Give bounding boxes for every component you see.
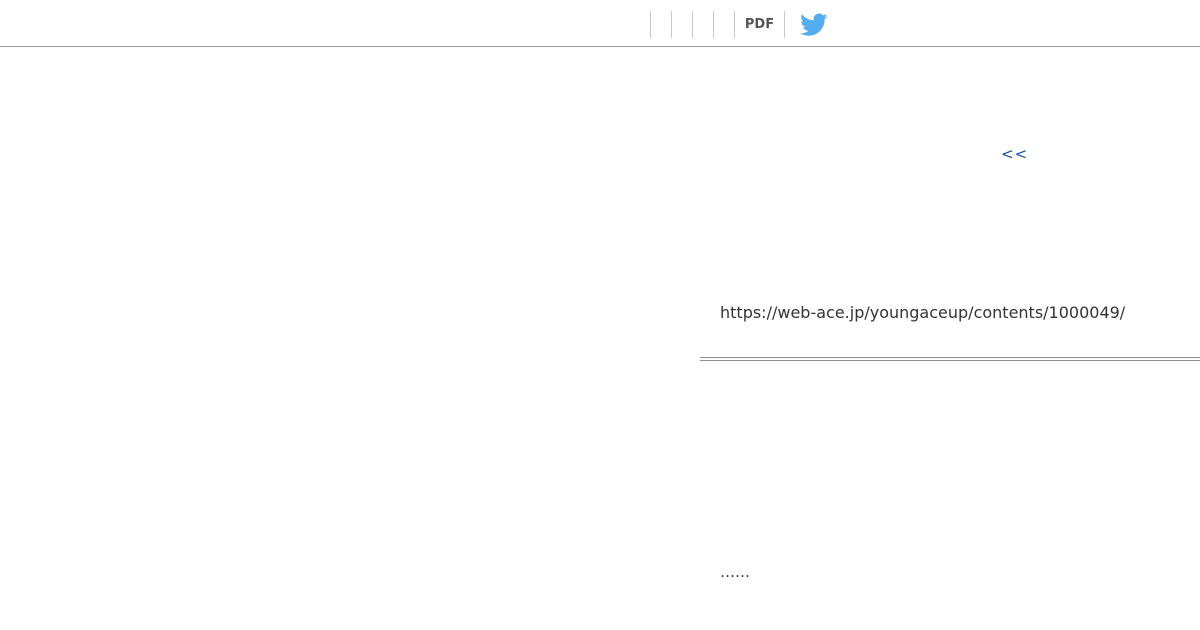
toolbar-divider — [784, 11, 785, 38]
toolbar-divider — [713, 11, 714, 38]
top-toolbar: PDF — [0, 0, 1200, 47]
twitter-bird-icon — [800, 13, 828, 37]
twitter-share-button[interactable] — [800, 13, 828, 37]
page: PDF << https://web-ace.jp/youngaceup/con… — [0, 0, 1200, 630]
toolbar-divider — [671, 11, 672, 38]
section-divider — [700, 357, 1200, 361]
toolbar-divider — [650, 11, 651, 38]
back-link[interactable]: << — [1001, 145, 1028, 163]
series-url: https://web-ace.jp/youngaceup/contents/1… — [720, 303, 1126, 322]
ellipsis-text: …… — [720, 563, 750, 581]
pdf-button[interactable]: PDF — [735, 11, 784, 38]
toolbar-divider — [692, 11, 693, 38]
